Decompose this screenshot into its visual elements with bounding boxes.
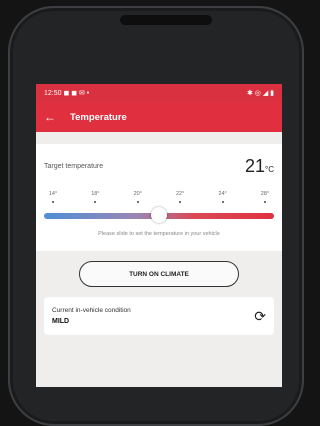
tick-label: 22° xyxy=(176,191,185,197)
tick: 14° xyxy=(46,191,60,203)
tick-label: 20° xyxy=(133,191,142,197)
target-unit: °C xyxy=(265,165,274,174)
tick: 18° xyxy=(88,191,102,203)
slider-hint: Please slide to set the temperature in y… xyxy=(98,231,220,237)
status-right-icons: ✱ ◎ ◢ ▮ xyxy=(246,90,274,97)
tick-label: 18° xyxy=(91,191,100,197)
tick-dot xyxy=(136,201,139,203)
tick-label: 28° xyxy=(260,191,270,197)
target-label: Target temperature xyxy=(44,163,104,170)
phone-notch xyxy=(120,15,212,25)
app-screen: 12:50 ◼ ◼ ✉ • ✱ ◎ ◢ ▮ ← Temperature Targ… xyxy=(36,84,282,387)
tick-dot xyxy=(221,201,224,203)
status-time: 12:50 xyxy=(44,90,62,97)
tick: 28° xyxy=(258,191,272,203)
condition-value: MILD xyxy=(52,318,70,325)
target-value: 21°C xyxy=(245,156,274,177)
condition-card: Current in-vehicle condition MILD ⟳ xyxy=(44,297,274,335)
tick: 20° xyxy=(131,191,145,203)
page-title: Temperature xyxy=(70,111,127,123)
status-left: 12:50 ◼ ◼ ✉ • xyxy=(44,89,89,97)
tick-label: 14° xyxy=(48,191,58,197)
status-left-icons: ◼ ◼ ✉ • xyxy=(63,90,90,97)
tick-dot xyxy=(52,201,54,203)
target-row: Target temperature 21°C xyxy=(44,144,274,177)
tick: 24° xyxy=(216,191,230,203)
temperature-slider[interactable] xyxy=(44,207,274,223)
back-arrow-icon[interactable]: ← xyxy=(44,111,56,123)
temperature-panel: Target temperature 21°C 14° 18° 20° 22° … xyxy=(36,144,282,251)
condition-label: Current in-vehicle condition xyxy=(52,307,131,314)
slider-thumb[interactable] xyxy=(151,207,167,223)
app-bar: ← Temperature xyxy=(36,102,282,132)
tick-dot xyxy=(94,201,97,203)
tick-label: 24° xyxy=(218,191,227,197)
tick-dot xyxy=(263,201,266,203)
status-bar: 12:50 ◼ ◼ ✉ • ✱ ◎ ◢ ▮ xyxy=(36,84,282,102)
tick-dot xyxy=(179,201,182,203)
refresh-icon[interactable]: ⟳ xyxy=(254,308,266,325)
tick: 22° xyxy=(173,191,187,203)
button-area: TURN ON CLIMATE xyxy=(36,251,282,297)
target-number: 21 xyxy=(244,156,266,176)
condition-text: Current in-vehicle condition MILD xyxy=(52,307,131,325)
turn-on-climate-button[interactable]: TURN ON CLIMATE xyxy=(79,261,239,287)
temperature-ticks: 14° 18° 20° 22° 24° 28° xyxy=(44,191,274,203)
